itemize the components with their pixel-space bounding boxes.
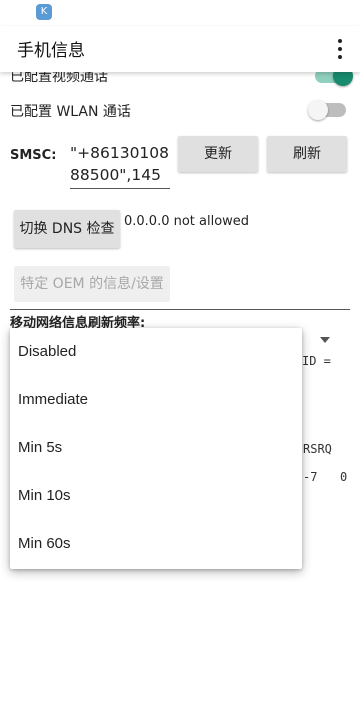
- dropdown-option-disabled[interactable]: Disabled: [10, 328, 302, 376]
- smsc-update-button[interactable]: 更新: [178, 136, 258, 172]
- switch-thumb: [308, 100, 328, 120]
- background-value-a: -7: [303, 470, 318, 484]
- dropdown-option-immediate[interactable]: Immediate: [10, 376, 302, 424]
- dropdown-option-min-10s[interactable]: Min 10s: [10, 472, 302, 520]
- top-app-bar: 手机信息: [0, 26, 360, 72]
- dropdown-option-min-5s[interactable]: Min 5s: [10, 424, 302, 472]
- page-title: 手机信息: [17, 41, 85, 61]
- wlan-calling-switch[interactable]: [308, 100, 346, 120]
- status-bar: K: [0, 0, 360, 26]
- app-notification-icon: K: [36, 4, 52, 20]
- wlan-calling-label: 已配置 WLAN 通话: [10, 104, 131, 120]
- background-rsrq-header: RSRQ: [303, 442, 332, 456]
- background-value-b: 0: [340, 470, 348, 484]
- smsc-input[interactable]: "+8613010888500",145: [70, 142, 170, 189]
- background-id-text: ID =: [302, 354, 331, 368]
- refresh-rate-dropdown: Disabled Immediate Min 5s Min 10s Min 60…: [10, 328, 302, 569]
- more-vert-icon[interactable]: [334, 38, 346, 60]
- smsc-label: SMSC:: [10, 148, 57, 163]
- smsc-refresh-button[interactable]: 刷新: [267, 136, 347, 172]
- oem-settings-button: 特定 OEM 的信息/设置: [14, 266, 170, 302]
- dropdown-option-min-60s[interactable]: Min 60s: [10, 520, 302, 568]
- dns-check-toggle-button[interactable]: 切换 DNS 检查: [14, 210, 120, 248]
- divider: [10, 309, 350, 310]
- dns-status-text: 0.0.0.0 not allowed: [124, 214, 250, 229]
- chevron-down-icon: [320, 337, 330, 343]
